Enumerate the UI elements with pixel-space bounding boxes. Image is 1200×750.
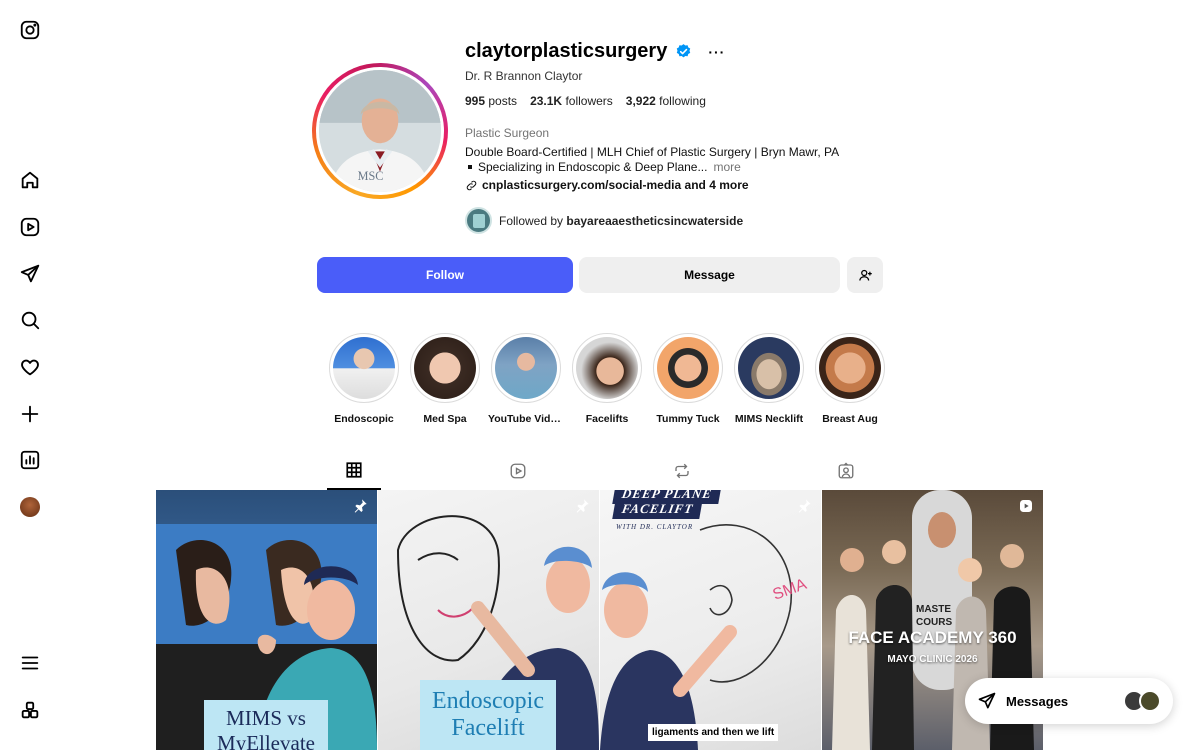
highlight-label: Tummy Tuck [656,413,720,425]
pin-icon [796,498,812,514]
direct-icon[interactable] [18,262,42,286]
highlight-med-spa[interactable]: Med Spa [410,333,480,425]
post-caption: ligaments and then we lift [648,724,779,741]
followed-by[interactable]: Followed by bayareaaestheticsincwatersid… [465,207,743,234]
posts-count: 995 posts [465,94,518,108]
add-user-icon [858,269,872,281]
post-caption: FACE ACADEMY 360 [848,628,1017,647]
notifications-heart-icon[interactable] [18,355,42,379]
highlight-tummy-tuck[interactable]: Tummy Tuck [653,333,723,425]
highlight-mims-necklift[interactable]: MIMS Necklift [734,333,804,425]
instagram-icon[interactable] [18,18,42,42]
post-caption: WITH DR. CLAYTOR [616,523,694,531]
bio-link-text[interactable]: cnplasticsurgery.com/social-media and 4 … [482,178,749,192]
post-caption: MIMS vs MyEllevate [204,700,328,750]
reel-icon [1018,498,1034,514]
profile-avatar[interactable] [18,495,42,519]
highlight-endoscopic[interactable]: Endoscopic [329,333,399,425]
menu-icon[interactable] [18,651,42,675]
follower-avatar [465,207,492,234]
highlight-label: Breast Aug [822,413,878,425]
highlight-cover [414,337,476,399]
more-options-button[interactable]: ··· [708,44,725,60]
verified-badge-icon [677,44,691,58]
reels-icon[interactable] [18,215,42,239]
svg-text:SMA: SMA [771,576,810,604]
following-link[interactable]: 3,922 following [626,94,706,108]
profile-username: claytorplasticsurgery [465,40,668,62]
home-icon[interactable] [18,168,42,192]
highlight-breast-aug[interactable]: Breast Aug [815,333,885,425]
link-icon [466,180,477,190]
follow-button[interactable]: Follow [317,257,573,293]
profile-full-name: Dr. R Brannon Claytor [465,69,583,83]
bio-line: Double Board-Certified | MLH Chief of Pl… [465,145,840,159]
tab-reels[interactable] [491,452,545,490]
post-caption: MAYO CLINIC 2026 [887,654,978,665]
highlight-cover [657,337,719,399]
highlight-cover [738,337,800,399]
reposts-icon [675,463,689,479]
bullet-icon [468,165,472,169]
profile-category: Plastic Surgeon [465,126,550,140]
bio-link[interactable]: cnplasticsurgery.com/social-media and 4 … [465,178,749,192]
also-from-meta-icon[interactable] [18,698,42,722]
message-button[interactable]: Message [579,257,840,293]
highlight-label: Endoscopic [334,413,394,425]
avatar [1139,690,1161,712]
highlight-cover [819,337,881,399]
highlight-cover [333,337,395,399]
search-icon[interactable] [18,308,42,332]
grid-icon [346,462,362,478]
side-navigation [0,0,60,750]
bio-more-button[interactable]: more [713,160,740,174]
profile-stats: 995 posts 23.1K followers 3,922 followin… [465,94,706,108]
followers-link[interactable]: 23.1K followers [530,94,613,108]
bio-text: Specializing in Endoscopic & Deep Plane.… [478,160,708,174]
profile-tabs [155,452,1043,490]
highlight-youtube-videos[interactable]: YouTube Vide... [488,333,564,425]
pin-icon [352,498,368,514]
tab-reposts[interactable] [655,452,709,490]
pin-icon [574,498,590,514]
tagged-icon [838,462,854,479]
tab-tagged[interactable] [819,452,873,490]
bio-line: Specializing in Endoscopic & Deep Plane.… [468,160,741,174]
highlight-cover [576,337,638,399]
highlight-facelifts[interactable]: Facelifts [572,333,642,425]
post-caption: FACELIFT [612,499,703,519]
messages-label: Messages [1006,693,1069,709]
post-tile[interactable]: SMA DEEP PLANE FACELIFT WITH DR. CLAYTOR… [600,490,821,750]
followed-by-text: Followed by bayareaaestheticsincwatersid… [499,213,744,228]
messages-button[interactable]: Messages [965,678,1173,724]
highlight-label: Med Spa [423,413,467,425]
highlight-label: YouTube Vide... [488,413,564,425]
post-caption: Endoscopic Facelift [420,680,556,750]
create-plus-icon[interactable] [18,402,42,426]
message-avatars [1123,690,1161,712]
post-tile[interactable]: MIMS vs MyEllevate [156,490,377,750]
highlight-cover [495,337,557,399]
posts-grid: MIMS vs MyEllevate Endoscopic Facelift S… [156,490,1043,750]
story-highlights: Endoscopic Med Spa YouTube Vide... Facel… [329,333,885,425]
direct-icon [978,692,996,709]
post-tile[interactable]: Endoscopic Facelift [378,490,599,750]
suggested-users-button[interactable] [847,257,883,293]
highlight-label: Facelifts [585,413,629,425]
post-caption: MASTE COURS [916,604,953,628]
tab-posts[interactable] [327,452,381,490]
dashboard-icon[interactable] [18,448,42,472]
highlight-label: MIMS Necklift [734,413,804,425]
reels-icon [510,463,526,479]
svg-text:MSC: MSC [358,169,384,183]
profile-picture[interactable]: MSC [312,63,448,199]
